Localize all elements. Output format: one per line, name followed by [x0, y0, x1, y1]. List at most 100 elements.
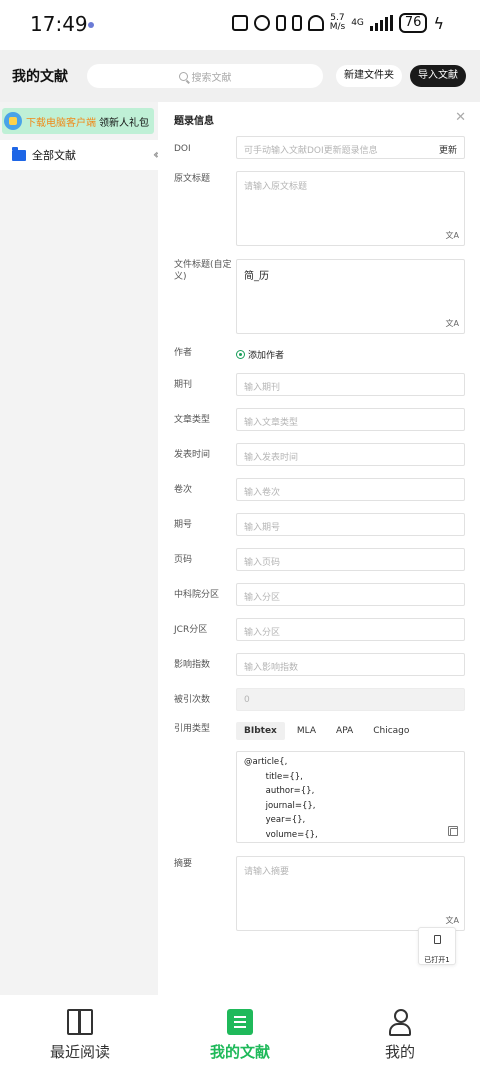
status-bar: 17:49 5.7 M/s 4G 76 ϟ	[0, 0, 480, 50]
list-icon	[227, 1009, 253, 1035]
collapse-sidebar-icon[interactable]: ‹‹	[153, 147, 160, 163]
file-title-field[interactable]: 简_历 文A	[236, 259, 465, 334]
battery-level: 76	[398, 13, 428, 33]
doi-field[interactable]: 可手动输入文献DOI更新题录信息 更新	[236, 136, 465, 159]
cas-zone-placeholder: 输入分区	[244, 593, 281, 603]
pages-label: 页码	[174, 555, 193, 565]
folder-icon	[12, 146, 26, 161]
jcr-zone-placeholder: 输入分区	[244, 628, 281, 638]
search-icon	[178, 71, 188, 81]
journal-field[interactable]: 输入期刊	[236, 373, 465, 396]
abstract-field[interactable]: 请输入摘要 文A	[236, 856, 465, 931]
net-speed: 5.7 M/s	[329, 13, 346, 32]
issue-field[interactable]: 输入期号	[236, 513, 465, 536]
add-author-button[interactable]: 添加作者	[236, 348, 284, 361]
banner-text: 领新人礼包	[99, 117, 149, 129]
book-icon	[67, 1009, 93, 1035]
record-info-panel: 题录信息 ✕ DOI 可手动输入文献DOI更新题录信息 更新 原文标题 请输入原…	[158, 102, 480, 995]
nav-label-documents: 我的文献	[209, 1043, 270, 1061]
user-icon	[387, 1009, 413, 1036]
doi-update-button[interactable]: 更新	[439, 143, 457, 156]
download-client-banner[interactable]: 下载电脑客户端 领新人礼包	[2, 108, 154, 134]
tab-apa[interactable]: APA	[328, 722, 361, 740]
new-folder-button[interactable]: 新建文件夹	[336, 65, 402, 87]
citations-value: 0	[244, 695, 250, 705]
status-icons: 5.7 M/s 4G 76 ϟ	[231, 13, 444, 33]
author-label: 作者	[174, 348, 193, 358]
nav-label-me: 我的	[384, 1043, 415, 1061]
opened-files-button[interactable]: 已打开1	[418, 927, 456, 965]
volume-field[interactable]: 输入卷次	[236, 478, 465, 501]
impact-factor-field[interactable]: 输入影响指数	[236, 653, 465, 676]
citations-field: 0	[236, 688, 465, 711]
volume-label: 卷次	[174, 485, 193, 495]
nav-my-documents[interactable]: 我的文献	[180, 1005, 300, 1062]
cas-zone-field[interactable]: 输入分区	[236, 583, 465, 606]
signal-icon	[369, 15, 393, 31]
alarm-icon	[253, 15, 270, 31]
original-title-field[interactable]: 请输入原文标题 文A	[236, 171, 465, 246]
close-icon[interactable]: ✕	[455, 110, 466, 125]
article-type-label: 文章类型	[174, 415, 211, 425]
bottom-nav: 最近阅读 我的文献 我的	[0, 995, 480, 1068]
citation-tabs: BIbtex MLA APA Chicago	[236, 722, 417, 740]
citation-type-label: 引用类型	[174, 724, 211, 734]
translate-icon[interactable]: 文A	[446, 318, 459, 329]
document-icon	[433, 935, 441, 944]
copy-icon[interactable]	[448, 826, 458, 836]
file-title-label: 文件标题(自定义)	[174, 260, 232, 282]
nfc-icon	[231, 15, 248, 31]
publish-date-field[interactable]: 输入发表时间	[236, 443, 465, 466]
jcr-zone-field[interactable]: 输入分区	[236, 618, 465, 641]
vibrate-icon	[291, 15, 302, 31]
network-type: 4G	[351, 17, 364, 28]
citation-text-box[interactable]: @article{, title={}, author={}, journal=…	[236, 751, 465, 843]
search-placeholder: 搜索文献	[191, 72, 232, 84]
opened-files-label: 已打开1	[424, 956, 450, 964]
notification-dot-icon	[88, 22, 94, 28]
search-input[interactable]: 搜索文献	[87, 64, 323, 88]
article-type-field[interactable]: 输入文章类型	[236, 408, 465, 431]
add-author-label: 添加作者	[248, 351, 285, 361]
mute-icon	[307, 15, 324, 31]
translate-icon[interactable]: 文A	[446, 915, 459, 926]
original-title-label: 原文标题	[174, 174, 211, 184]
gift-icon	[4, 112, 22, 130]
pages-field[interactable]: 输入页码	[236, 548, 465, 571]
issue-label: 期号	[174, 520, 193, 530]
abstract-label: 摘要	[174, 859, 193, 869]
jcr-zone-label: JCR分区	[174, 625, 208, 635]
sidebar: 下载电脑客户端 领新人礼包 全部文献 ‹‹	[0, 102, 160, 995]
publish-date-label: 发表时间	[174, 450, 211, 460]
citation-content: @article{, title={}, author={}, journal=…	[244, 757, 318, 840]
file-title-value: 简_历	[244, 271, 269, 282]
nav-me[interactable]: 我的	[340, 1005, 460, 1062]
abstract-placeholder: 请输入摘要	[244, 867, 290, 877]
tab-chicago[interactable]: Chicago	[365, 722, 417, 740]
journal-placeholder: 输入期刊	[244, 383, 281, 393]
import-button[interactable]: 导入文献	[410, 65, 466, 87]
charging-icon: ϟ	[433, 13, 444, 33]
status-time: 17:49	[30, 12, 88, 36]
doi-placeholder: 可手动输入文献DOI更新题录信息	[244, 146, 378, 156]
original-title-placeholder: 请输入原文标题	[244, 182, 308, 192]
nav-recent-reading[interactable]: 最近阅读	[20, 1005, 140, 1062]
banner-highlight-text: 下载电脑客户端	[26, 117, 96, 129]
translate-icon[interactable]: 文A	[446, 230, 459, 241]
tab-bibtex[interactable]: BIbtex	[236, 722, 285, 740]
add-circle-icon	[236, 350, 245, 359]
top-header: 我的文献 搜索文献 新建文件夹 导入文献	[0, 50, 480, 102]
pages-placeholder: 输入页码	[244, 558, 281, 568]
publish-date-placeholder: 输入发表时间	[244, 453, 299, 463]
impact-factor-placeholder: 输入影响指数	[244, 663, 299, 673]
tab-mla[interactable]: MLA	[289, 722, 324, 740]
sidebar-item-all-documents[interactable]: 全部文献 ‹‹	[0, 140, 160, 170]
impact-factor-label: 影响指数	[174, 660, 211, 670]
citations-label: 被引次数	[174, 695, 211, 705]
page-title: 我的文献	[12, 69, 68, 85]
bluetooth-icon	[275, 15, 286, 31]
sidebar-item-label: 全部文献	[32, 149, 76, 162]
nav-label-recent: 最近阅读	[49, 1043, 110, 1061]
issue-placeholder: 输入期号	[244, 523, 281, 533]
cas-zone-label: 中科院分区	[174, 590, 220, 600]
